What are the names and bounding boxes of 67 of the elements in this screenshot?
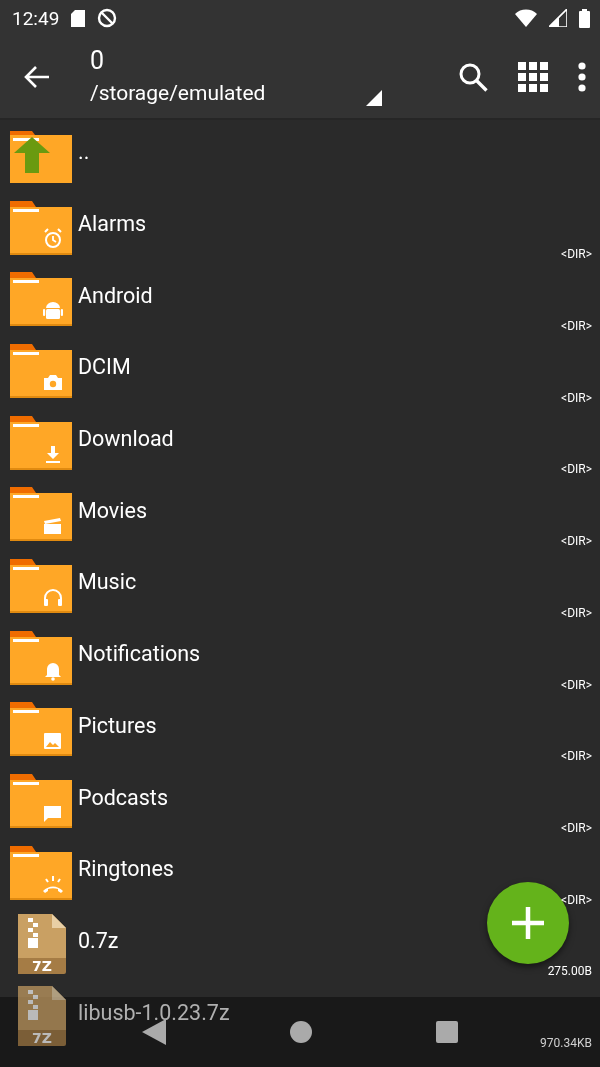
- folder-icon: [10, 487, 72, 542]
- battery-icon: [579, 8, 590, 28]
- back-arrow-icon[interactable]: [24, 65, 50, 89]
- nav-home-icon[interactable]: [289, 1020, 313, 1044]
- sd-card-icon: [71, 9, 86, 27]
- file-type-label: 7Z: [32, 958, 52, 975]
- phone-ringing-icon: [43, 874, 63, 893]
- file-size: <DIR>: [561, 749, 592, 764]
- android-robot-icon: [43, 302, 63, 320]
- bell-icon: [45, 662, 61, 681]
- nav-recents-icon[interactable]: [436, 1021, 459, 1043]
- file-name[interactable]: Podcasts: [78, 784, 168, 810]
- file-size: <DIR>: [561, 677, 592, 692]
- download-icon: [46, 445, 60, 463]
- alarm-clock-icon: [44, 227, 62, 248]
- file-name[interactable]: Notifications: [78, 641, 201, 667]
- blocked-circle-icon: [97, 8, 118, 28]
- folder-icon: [10, 774, 72, 829]
- file-name[interactable]: Alarms: [78, 211, 147, 237]
- file-name[interactable]: Pictures: [78, 712, 157, 738]
- signal-icon: [549, 9, 567, 27]
- file-size: <DIR>: [561, 247, 592, 262]
- folder-icon: [10, 630, 72, 685]
- file-name[interactable]: DCIM: [78, 354, 131, 380]
- path-label[interactable]: /storage/emulated: [90, 78, 266, 108]
- clapperboard-icon: [44, 518, 61, 535]
- file-name[interactable]: Android: [78, 282, 153, 308]
- nav-back-icon[interactable]: [141, 1019, 166, 1045]
- file-name[interactable]: Ringtones: [78, 856, 174, 882]
- folder-icon: [10, 558, 72, 613]
- folder-icon: [10, 200, 72, 255]
- dropdown-corner-icon[interactable]: [366, 90, 382, 106]
- file-name[interactable]: Music: [78, 569, 137, 595]
- folder-icon: [10, 343, 72, 398]
- headphones-icon: [44, 589, 62, 606]
- archive-file-icon: [18, 986, 66, 1047]
- archive-file-icon: [18, 914, 66, 975]
- file-size: <DIR>: [561, 820, 592, 835]
- folder-icon: [10, 415, 72, 470]
- plus-icon: [512, 907, 544, 939]
- file-name[interactable]: Movies: [78, 497, 147, 523]
- chat-bubble-icon: [44, 806, 61, 823]
- file-size: <DIR>: [561, 390, 592, 405]
- file-name[interactable]: Download: [78, 426, 174, 452]
- wifi-icon: [515, 9, 537, 27]
- folder-icon: [10, 845, 72, 900]
- folder-icon: [10, 272, 72, 327]
- camera-icon: [44, 374, 62, 390]
- file-size: <DIR>: [561, 534, 592, 549]
- file-size: <DIR>: [561, 605, 592, 620]
- file-name[interactable]: libusb-1.0.23.7z: [78, 999, 230, 1025]
- file-size: 970.34KB: [540, 1035, 592, 1050]
- grid-view-icon[interactable]: [518, 62, 548, 92]
- folder-icon: [10, 702, 72, 757]
- file-name[interactable]: 0.7z: [78, 927, 119, 953]
- search-icon[interactable]: [458, 62, 488, 92]
- file-size: <DIR>: [561, 892, 592, 907]
- toolbar-title: 0: [90, 46, 105, 76]
- file-name[interactable]: ..: [78, 139, 90, 165]
- status-time: 12:49: [12, 6, 60, 30]
- file-type-label: 7Z: [32, 1030, 52, 1047]
- image-icon: [44, 733, 61, 750]
- more-options-icon[interactable]: [578, 62, 586, 92]
- file-size: <DIR>: [561, 319, 592, 334]
- folder-up-icon: [10, 128, 72, 183]
- file-size: <DIR>: [561, 462, 592, 477]
- file-size: 275.00B: [547, 964, 592, 979]
